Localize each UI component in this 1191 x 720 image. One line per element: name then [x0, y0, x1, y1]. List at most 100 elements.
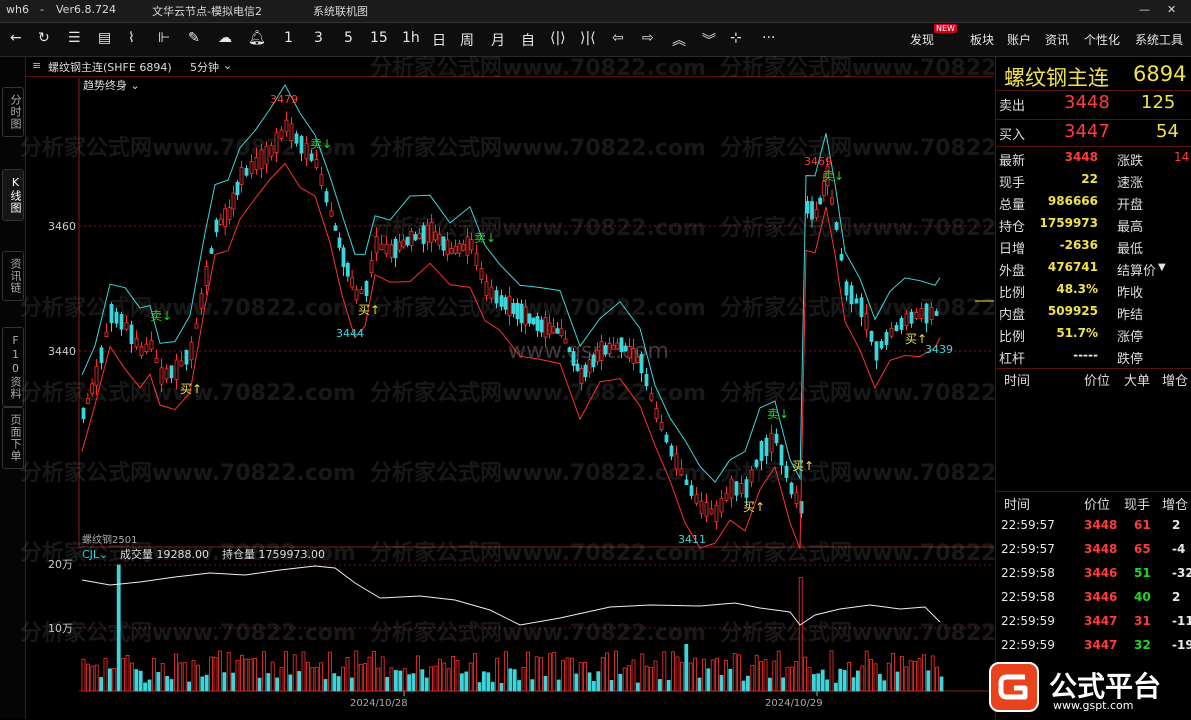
- volume-bar: [349, 677, 354, 692]
- volume-bar: [138, 670, 143, 692]
- tick-vol: 31: [1134, 614, 1151, 628]
- candle-body: [759, 441, 764, 461]
- stat-value: 1759973: [1039, 216, 1098, 230]
- bid-price[interactable]: 3447: [1064, 121, 1110, 142]
- tick-chg: -11: [1172, 614, 1191, 628]
- price-annotation: 3439: [925, 343, 953, 356]
- volume-bar: [552, 652, 557, 692]
- ask-price[interactable]: 3448: [1064, 92, 1110, 113]
- candle-body: [744, 479, 749, 498]
- stat-label: 总量: [999, 198, 1026, 213]
- tick-chg: 2: [1172, 518, 1181, 532]
- candle-body: [319, 174, 324, 186]
- volume-bar: [402, 668, 407, 692]
- stat-label-2: 涨停: [1117, 330, 1144, 345]
- watermark-text: 分析家公式网www.70822.com: [370, 55, 706, 81]
- candle-body: [515, 302, 520, 320]
- volume-bar: [600, 657, 605, 692]
- candle-body: [437, 233, 442, 246]
- candle-body: [119, 314, 124, 330]
- tick-time: 22:59:59: [1001, 614, 1055, 628]
- ask-label: 卖出: [999, 99, 1026, 114]
- bid-label: 买入: [999, 128, 1026, 143]
- volume-bar: [882, 680, 887, 692]
- stat-label: 比例: [999, 330, 1026, 345]
- volume-bar: [794, 661, 799, 692]
- stat-label: 持仓: [999, 220, 1026, 235]
- candle-body: [139, 345, 144, 357]
- candle-body: [341, 247, 346, 268]
- candle-body: [239, 167, 244, 185]
- volume-bar: [411, 673, 416, 692]
- volume-bar: [842, 670, 847, 692]
- volume-bar: [99, 677, 103, 692]
- stat-value: 22: [1081, 172, 1098, 186]
- volume-bar: [354, 650, 359, 692]
- candle-body: [81, 407, 86, 420]
- volume-bar: [886, 662, 891, 692]
- candle-body: [289, 123, 294, 142]
- volume-bar: [570, 657, 574, 692]
- tick-time: 22:59:57: [1001, 518, 1055, 532]
- stat-label-2: 涨跌: [1117, 154, 1144, 169]
- volume-bar: [710, 659, 715, 692]
- candle-body: [350, 277, 355, 288]
- candle-body: [384, 243, 389, 255]
- tick-vol: 51: [1134, 566, 1151, 580]
- candle-body: [805, 200, 810, 214]
- volume-bar: [125, 654, 130, 692]
- candle-body: [154, 357, 159, 363]
- volume-bar: [94, 664, 99, 692]
- volume-bar: [486, 672, 491, 692]
- volume-bar: [812, 674, 816, 692]
- buy-signal: 买↑: [905, 332, 927, 346]
- volume-bar: [297, 671, 302, 692]
- tick-chg: -32: [1172, 566, 1191, 580]
- volume-bar: [239, 654, 244, 692]
- buy-signal: 买↑: [358, 303, 380, 317]
- volume-bar: [521, 667, 526, 692]
- candle-body: [555, 328, 560, 334]
- stat-value: 48.3%: [1056, 282, 1098, 296]
- candle-body: [699, 500, 704, 514]
- stat-label-2: 跌停: [1117, 352, 1144, 367]
- volume-bar: [477, 682, 482, 692]
- candle-body: [274, 132, 279, 153]
- volume-bar: [187, 681, 192, 692]
- y-tick-label: 3460: [48, 220, 76, 233]
- candle-body: [227, 207, 232, 220]
- candle-body: [559, 328, 564, 337]
- volume-bar: [173, 653, 178, 692]
- candle-body: [644, 374, 649, 387]
- volume-bar: [261, 651, 266, 692]
- volume-bar: [244, 658, 249, 692]
- volume-bar: [473, 653, 478, 692]
- stat-label: 日增: [999, 242, 1026, 257]
- candle-body: [457, 243, 462, 254]
- volume-bar: [825, 679, 829, 692]
- volume-bar: [838, 668, 843, 692]
- candle-body: [314, 159, 319, 168]
- volume-bar: [913, 661, 917, 692]
- candle-body: [209, 248, 214, 254]
- volume-bar: [213, 656, 218, 692]
- volume-bar: [327, 651, 332, 692]
- volume-bar: [706, 668, 711, 692]
- volume-bar: [781, 677, 785, 692]
- candle-body: [874, 341, 879, 361]
- volume-bar: [517, 680, 521, 692]
- stat-label-2: 开盘: [1117, 198, 1144, 213]
- candle-body: [821, 181, 826, 196]
- watermark-text: 分析家公式网www.70822.com: [370, 135, 706, 161]
- buy-signal: 买↑: [743, 500, 765, 514]
- settlement-dropdown-icon[interactable]: ▼: [1158, 262, 1166, 273]
- candle-body: [479, 268, 484, 280]
- volume-bar: [935, 666, 939, 692]
- candle-body: [159, 367, 164, 385]
- volume-bar: [939, 676, 944, 692]
- volume-bar: [768, 677, 772, 692]
- candle-body: [547, 322, 552, 335]
- volume-bar: [605, 652, 609, 692]
- vol-tick-label: 20万: [48, 558, 73, 571]
- volume-bar: [121, 658, 125, 692]
